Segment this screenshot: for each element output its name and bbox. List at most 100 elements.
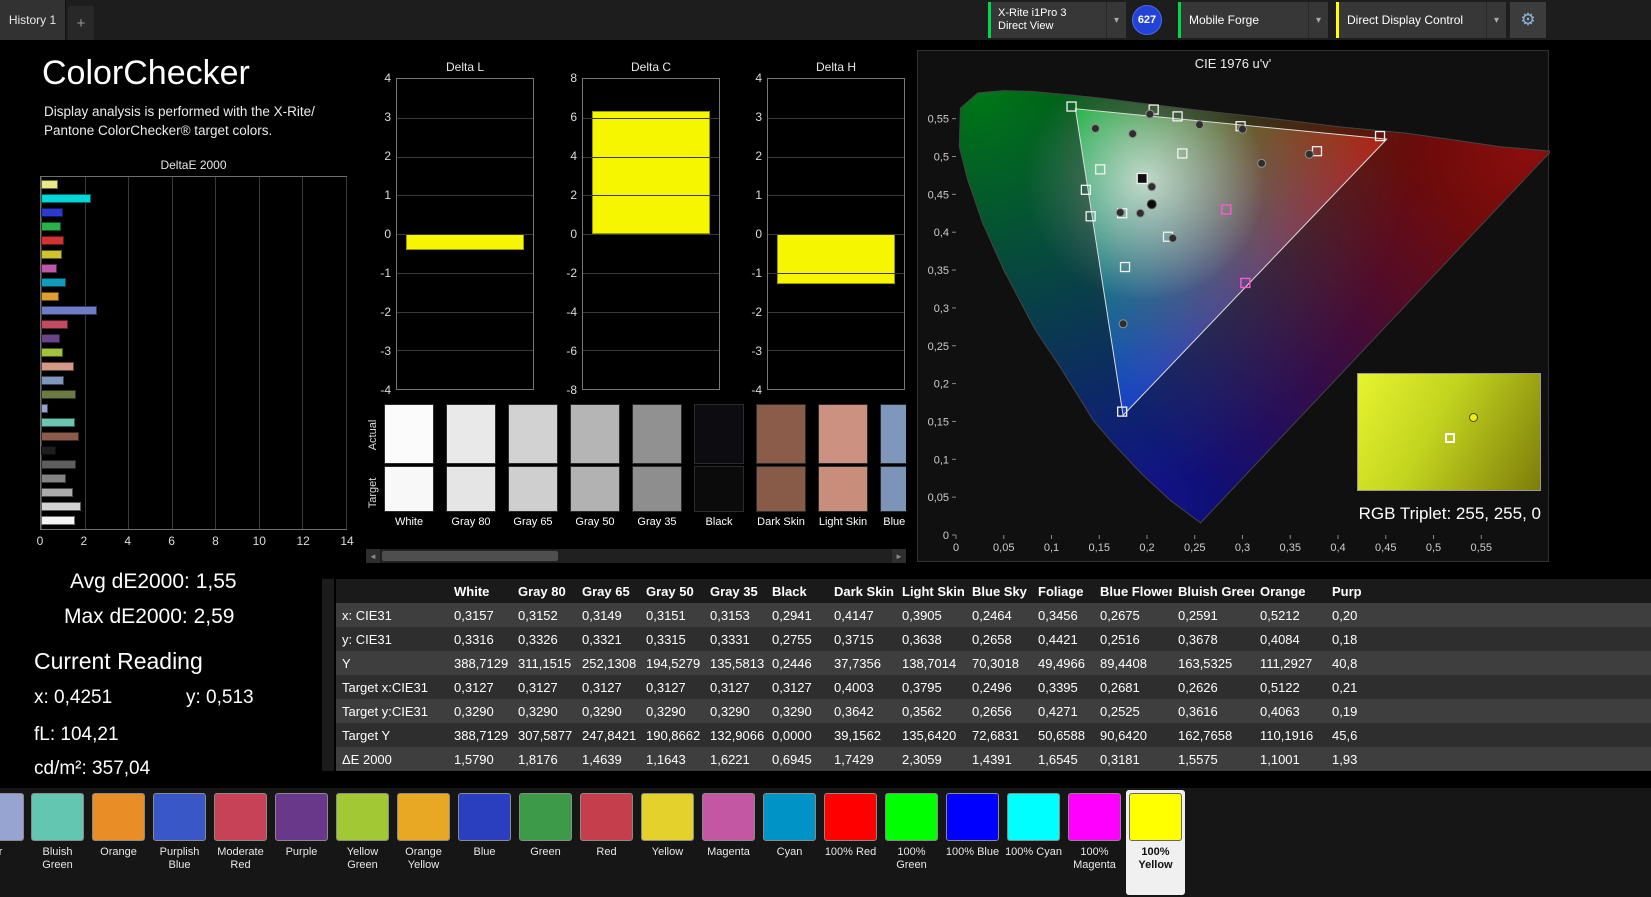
scrollbar-thumb[interactable] bbox=[382, 551, 558, 561]
table-row-target-y: Target Y 388,7129 307,5877 247,8421 190,8662… bbox=[322, 723, 1651, 747]
axis-tick-label: -1 bbox=[380, 266, 391, 280]
table-cell: 0,3326 bbox=[518, 631, 558, 647]
patch-label: Moderate Red bbox=[217, 846, 264, 871]
cie-diagram-panel: 0 0,05 0,1 0,15 0,2 0,25 0,3 0,35 0,4 0,45 0,5 0,55… bbox=[917, 50, 1550, 562]
deltae-bar-100-red bbox=[41, 236, 65, 245]
patch-swatch bbox=[336, 793, 389, 841]
chevron-down-icon[interactable]: ▾ bbox=[1105, 2, 1126, 38]
table-cell: 0,4063 bbox=[1260, 703, 1300, 719]
add-tab-button[interactable]: + bbox=[68, 6, 94, 40]
delta-l-chart: Delta L 4 3 2 1 0 -1 -2 -3 -4 bbox=[370, 60, 536, 410]
patch-label: Yellow Green bbox=[346, 846, 379, 871]
cie-x-tick-label: 0,05 bbox=[993, 542, 1014, 554]
source-dropdown[interactable]: Mobile Forge ▾ bbox=[1178, 2, 1328, 38]
patch-100-green[interactable]: 100% Green bbox=[882, 790, 941, 895]
actual-swatch bbox=[508, 404, 558, 464]
cie-y-tick-label: 0,4 bbox=[934, 227, 949, 239]
table-cell: 0,2681 bbox=[1100, 679, 1140, 695]
chevron-down-icon[interactable]: ▾ bbox=[1307, 2, 1328, 38]
display-control-dropdown[interactable]: Direct Display Control ▾ bbox=[1336, 2, 1506, 38]
table-cell: 1,7429 bbox=[834, 751, 874, 767]
patch-100-magenta[interactable]: 100% Magenta bbox=[1065, 790, 1124, 895]
deltae-bar-light-skin bbox=[41, 362, 75, 371]
deltae-bar-100-yellow bbox=[41, 180, 58, 189]
axis-tick-label: -3 bbox=[751, 344, 762, 358]
delta-h-plot bbox=[767, 78, 905, 390]
scroll-right-arrow-icon[interactable]: ► bbox=[892, 549, 906, 563]
patch-orange-yellow[interactable]: Orange Yellow bbox=[394, 790, 453, 895]
patch-label: Bluish Green bbox=[42, 846, 73, 871]
delta-h-bar bbox=[777, 234, 895, 284]
swatch-label: Gray 35 bbox=[637, 516, 677, 528]
chevron-down-icon[interactable]: ▾ bbox=[1485, 2, 1506, 38]
patch-purple[interactable]: Purple bbox=[272, 790, 331, 895]
table-cell: 0,3290 bbox=[454, 703, 494, 719]
delta-h-chart: Delta H 4 3 2 1 0 -1 -2 -3 -4 bbox=[741, 60, 907, 410]
patch-100-yellow[interactable]: 100% Yellow bbox=[1126, 790, 1185, 895]
swatch-scrollbar[interactable]: ◄ ► bbox=[366, 549, 906, 563]
cie-x-tick-label: 0,35 bbox=[1280, 542, 1301, 554]
table-cell: 0,5212 bbox=[1260, 607, 1300, 623]
delta-h-y-axis: 4 3 2 1 0 -1 -2 -3 -4 bbox=[741, 71, 765, 397]
table-cell: 1,93 bbox=[1332, 751, 1358, 767]
cie-measured-marker bbox=[1118, 319, 1128, 329]
patch-red[interactable]: Red bbox=[577, 790, 636, 895]
patch-cyan[interactable]: Cyan bbox=[760, 790, 819, 895]
patch-orange[interactable]: Orange bbox=[89, 790, 148, 895]
table-col-header-purp: Purp bbox=[1332, 583, 1362, 599]
description-line-2: Pantone ColorChecker® target colors. bbox=[44, 123, 273, 138]
patch-label: Purple bbox=[285, 846, 318, 858]
delta-l-plot bbox=[396, 78, 534, 390]
axis-tick-label: 4 bbox=[570, 149, 577, 163]
row-handle bbox=[322, 603, 336, 627]
axis-tick-label: 8 bbox=[570, 71, 577, 85]
patch-magenta[interactable]: Magenta bbox=[699, 790, 758, 895]
patch-blue[interactable]: Blue bbox=[455, 790, 514, 895]
patch-green[interactable]: Green bbox=[516, 790, 575, 895]
inset-target-marker bbox=[1445, 433, 1456, 444]
patch-er[interactable]: er bbox=[0, 790, 27, 895]
current-reading-heading: Current Reading bbox=[34, 648, 203, 674]
page-title: ColorChecker bbox=[42, 54, 250, 92]
gridline bbox=[583, 156, 719, 158]
patch-bluish-green[interactable]: Bluish Green bbox=[28, 790, 87, 895]
patch-100-blue[interactable]: 100% Blue bbox=[943, 790, 1002, 895]
table-cell: 0,3149 bbox=[582, 607, 622, 623]
cie-x-tick-label: 0,2 bbox=[1139, 542, 1154, 554]
swatch-label: Black bbox=[705, 516, 733, 528]
target-swatch bbox=[694, 466, 744, 512]
patch-yellow-green[interactable]: Yellow Green bbox=[333, 790, 392, 895]
table-cell: 0,20 bbox=[1332, 607, 1358, 623]
row-handle bbox=[322, 627, 336, 651]
swatch-label: Dark Skin bbox=[757, 516, 805, 528]
table-cell: 0,3127 bbox=[646, 679, 686, 695]
axis-tick-label: 4 bbox=[384, 71, 391, 85]
meter-dropdown[interactable]: X-Rite i1Pro 3 Direct View ▾ bbox=[988, 2, 1126, 38]
patch-moderate-red[interactable]: Moderate Red bbox=[211, 790, 270, 895]
deltae-xtick-label: 6 bbox=[168, 534, 175, 548]
cie-measured-marker bbox=[1168, 233, 1178, 243]
scroll-left-arrow-icon[interactable]: ◄ bbox=[366, 549, 380, 563]
cie-y-tick-label: 0,05 bbox=[928, 492, 949, 504]
patch-yellow[interactable]: Yellow bbox=[638, 790, 697, 895]
axis-tick-label: 3 bbox=[755, 110, 762, 124]
table-cell: 50,6588 bbox=[1038, 727, 1085, 743]
table-cell: 0,2755 bbox=[772, 631, 812, 647]
patch-purplish-blue[interactable]: Purplish Blue bbox=[150, 790, 209, 895]
table-col-header-black: Black bbox=[772, 583, 807, 599]
patch-100-red[interactable]: 100% Red bbox=[821, 790, 880, 895]
axis-tick-label: 2 bbox=[384, 149, 391, 163]
actual-swatch bbox=[818, 404, 868, 464]
gear-icon[interactable]: ⚙ bbox=[1510, 2, 1546, 38]
tab-history-1[interactable]: History 1 bbox=[0, 0, 66, 40]
patch-100-cyan[interactable]: 100% Cyan bbox=[1004, 790, 1063, 895]
target-swatch bbox=[446, 466, 496, 512]
deltae-bar-gray-35 bbox=[41, 460, 77, 469]
top-bar: History 1 + X-Rite i1Pro 3 Direct View ▾… bbox=[0, 0, 1651, 40]
table-row-y: Y 388,7129 311,1515 252,1308 194,5279 135,581… bbox=[322, 651, 1651, 675]
cie-selected-marker bbox=[1136, 172, 1148, 185]
patch-swatch bbox=[580, 793, 633, 841]
axis-tick-label: -6 bbox=[566, 344, 577, 358]
target-swatch bbox=[756, 466, 806, 512]
deltae-bar-foliage bbox=[41, 390, 77, 399]
